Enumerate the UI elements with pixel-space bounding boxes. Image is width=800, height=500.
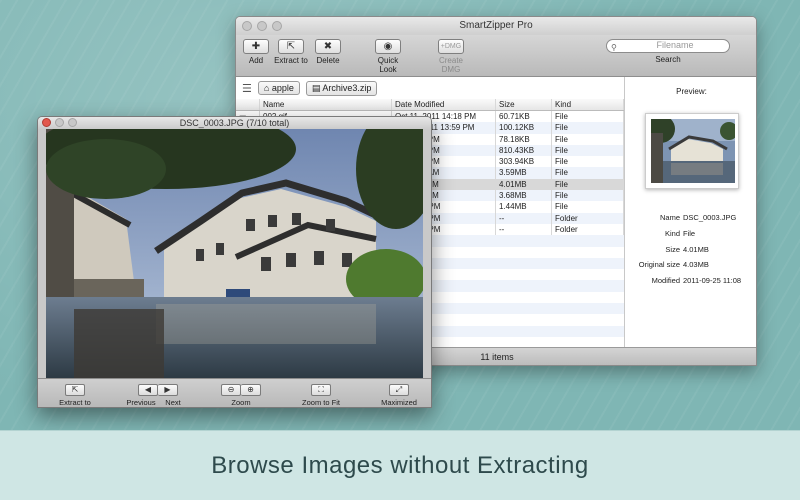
file-kind: File [552,111,624,123]
file-kind: File [552,167,624,179]
info-row-modified: Modified 2011-09-25 11:08 [651,276,742,286]
viewer-toolbar: ⇱ Extract to ◀ Previous ▶ Next ⊖ ⊕ Zoom … [38,378,431,407]
file-size: -- [496,212,552,224]
list-view-icon[interactable]: ☰ [242,82,252,95]
photo-canvas [46,129,423,378]
file-size: -- [496,223,552,236]
search-icon: ⚲ [611,43,617,52]
file-kind: File [552,190,624,202]
search-label: Search [655,55,681,64]
main-titlebar: SmartZipper Pro [236,17,756,35]
viewer-title: DSC_0003.JPG (7/10 total) [179,118,290,128]
zoom-button[interactable] [272,21,282,31]
preview-pane: Preview: Name DSC_0003.JPG Kind File Size 4… [624,77,756,349]
file-size: 3.59MB [496,167,552,179]
next-button[interactable]: ▶ Next [158,384,188,407]
viewer-window-controls [42,118,77,127]
file-kind: File [552,133,624,145]
zoom-control[interactable]: ⊖ ⊕ Zoom [216,384,266,407]
preview-thumbnail [644,113,739,189]
column-header-size[interactable]: Size [496,99,552,110]
info-row-kind: Kind File [664,228,696,238]
file-size: 78.18KB [496,133,552,145]
plus-icon: ✚ [243,39,269,54]
file-kind: Folder [552,223,624,236]
info-row-size: Size 4.01MB [665,244,709,254]
file-kind: File [552,201,624,213]
info-row-original-size: Original size 4.03MB [638,260,709,270]
info-row-name: Name DSC_0003.JPG [659,213,737,222]
quick-look-button[interactable]: ◉ Quick Look [368,39,408,74]
file-kind: File [552,178,624,191]
previous-icon: ◀ [138,384,158,396]
extract-icon: ⇱ [65,384,85,396]
breadcrumb-item-apple[interactable]: ⌂ apple [257,81,300,95]
file-size: 303.94KB [496,156,552,168]
column-header-kind[interactable]: Kind [552,99,624,110]
file-kind: File [552,144,624,157]
extract-to-button[interactable]: ⇱ Extract to [273,39,309,65]
viewer-close-button[interactable] [42,118,51,127]
file-list-header: Name Date Modified Size Kind [236,99,624,111]
delete-button[interactable]: ✖ Delete [312,39,344,65]
breadcrumb-item-archive[interactable]: ▤ Archive3.zip [305,80,378,96]
viewer-extract-button[interactable]: ⇱ Extract to [54,384,96,407]
file-info: Name DSC_0003.JPG Kind File Size 4.01MB Ori… [625,210,756,289]
canal-photo [46,129,423,378]
eye-icon: ◉ [375,39,401,54]
column-header-date[interactable]: Date Modified [392,99,496,110]
minimize-button[interactable] [257,21,267,31]
zoom-in-icon[interactable]: ⊕ [241,384,261,396]
dmg-icon: +DMG [438,39,464,54]
viewer-zoom-button[interactable] [68,118,77,127]
search-input[interactable]: ⚲ Filename [606,39,730,53]
maximize-icon: ⤢ [389,384,409,396]
file-kind: Folder [552,212,624,224]
previous-button[interactable]: ◀ Previous [124,384,158,407]
maximized-button[interactable]: ⤢ Maximized [378,384,420,407]
search-area: ⚲ Filename Search [606,39,730,64]
zoom-to-fit-button[interactable]: ⛶ Zoom to Fit [294,384,348,407]
close-button[interactable] [242,21,252,31]
image-viewer-window: DSC_0003.JPG (7/10 total) ⇱ Extract to ◀… [37,116,432,408]
preview-photo [646,115,738,183]
next-icon: ▶ [158,384,178,396]
zoom-out-icon[interactable]: ⊖ [221,384,241,396]
caption-text: Browse Images without Extracting [211,451,589,479]
file-size: 100.12KB [496,122,552,134]
main-toolbar: ✚ Add ⇱ Extract to ✖ Delete ◉ Quick Look… [236,35,756,77]
window-title: SmartZipper Pro [459,20,533,31]
fit-icon: ⛶ [311,384,331,396]
window-controls [242,21,282,31]
file-size: 1.44MB [496,201,552,213]
file-kind: File [552,156,624,168]
file-size: 4.01MB [496,178,552,191]
viewer-titlebar: DSC_0003.JPG (7/10 total) [38,117,431,129]
delete-icon: ✖ [315,39,341,54]
file-kind: File [552,122,624,134]
add-button[interactable]: ✚ Add [241,39,271,65]
preview-title: Preview: [676,87,707,96]
viewer-minimize-button[interactable] [55,118,64,127]
create-dmg-button[interactable]: +DMG Create DMG [430,39,472,74]
file-size: 810.43KB [496,144,552,157]
caption-banner: Browse Images without Extracting [0,430,800,500]
extract-icon: ⇱ [278,39,304,54]
file-size: 3.68MB [496,190,552,202]
breadcrumb: ☰ ⌂ apple ▤ Archive3.zip [236,77,624,99]
file-size: 60.71KB [496,111,552,123]
column-header-name[interactable]: Name [260,99,392,110]
